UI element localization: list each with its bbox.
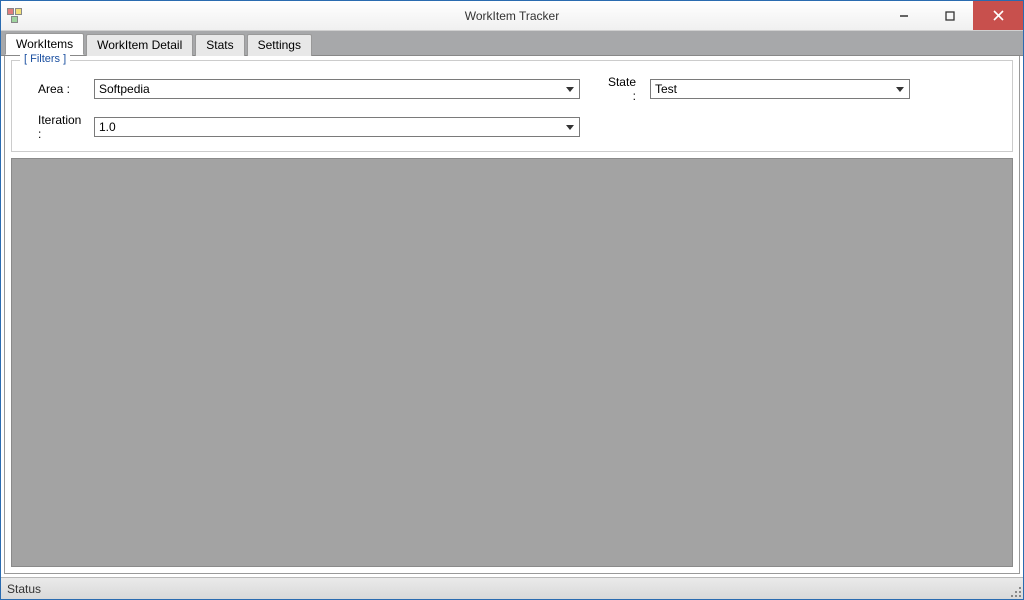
close-icon — [993, 10, 1004, 21]
workitems-grid[interactable] — [11, 158, 1013, 567]
minimize-icon — [899, 11, 909, 21]
filter-row-2: Iteration : 1.0 — [22, 113, 1002, 141]
window-title: WorkItem Tracker — [1, 9, 1023, 23]
iteration-label: Iteration : — [22, 113, 84, 141]
maximize-icon — [945, 11, 955, 21]
status-text: Status — [7, 582, 41, 596]
chevron-down-icon — [563, 81, 577, 97]
iteration-dropdown[interactable]: 1.0 — [94, 117, 580, 137]
chevron-down-icon — [563, 119, 577, 135]
state-dropdown[interactable]: Test — [650, 79, 910, 99]
tab-settings[interactable]: Settings — [247, 34, 312, 56]
state-value: Test — [655, 82, 677, 96]
close-button[interactable] — [973, 1, 1023, 30]
tab-stats[interactable]: Stats — [195, 34, 244, 56]
area-label: Area : — [22, 82, 84, 96]
minimize-button[interactable] — [881, 1, 927, 30]
size-grip[interactable] — [1007, 583, 1021, 597]
filters-group: [ Filters ] Area : Softpedia State : Tes… — [11, 60, 1013, 152]
tab-bar: WorkItems WorkItem Detail Stats Settings — [1, 31, 1023, 56]
state-label: State : — [590, 75, 640, 103]
filter-row-1: Area : Softpedia State : Test — [22, 75, 1002, 103]
area-value: Softpedia — [99, 82, 150, 96]
chevron-down-icon — [893, 81, 907, 97]
area-dropdown[interactable]: Softpedia — [94, 79, 580, 99]
app-icon — [7, 8, 23, 24]
tab-workitems[interactable]: WorkItems — [5, 33, 84, 55]
status-bar: Status — [1, 577, 1023, 599]
tab-content: [ Filters ] Area : Softpedia State : Tes… — [4, 56, 1020, 574]
titlebar: WorkItem Tracker — [1, 1, 1023, 31]
maximize-button[interactable] — [927, 1, 973, 30]
iteration-value: 1.0 — [99, 120, 116, 134]
tab-workitem-detail[interactable]: WorkItem Detail — [86, 34, 193, 56]
filters-legend: [ Filters ] — [20, 53, 70, 65]
window-controls — [881, 1, 1023, 30]
